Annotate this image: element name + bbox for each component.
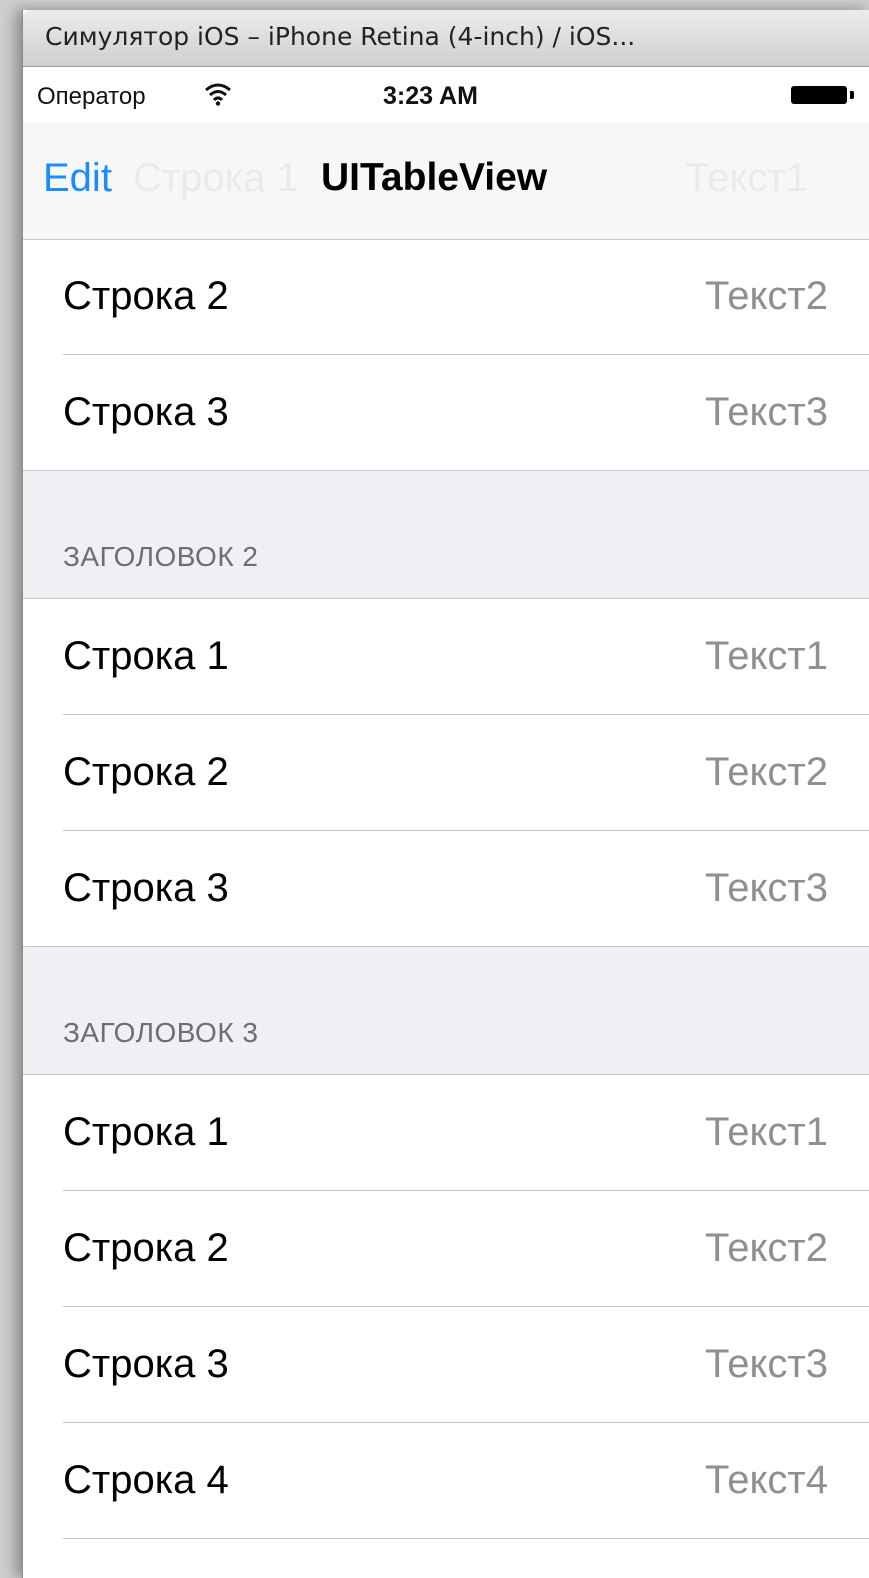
row-detail: Текст1 [705, 1110, 828, 1154]
row-title: Строка 4 [63, 1458, 229, 1502]
row-detail: Текст1 [705, 634, 828, 678]
table-row[interactable]: Строка 4 Текст4 [23, 1423, 869, 1539]
section-header: ЗАГОЛОВОК 3 [23, 947, 869, 1075]
row-separator [63, 1538, 869, 1539]
section-header: ЗАГОЛОВОК 2 [23, 471, 869, 599]
row-detail: Текст2 [705, 274, 828, 318]
row-detail: Текст3 [705, 866, 828, 910]
row-title: Строка 2 [63, 750, 229, 794]
table-row[interactable]: Строка 2 Текст2 [23, 239, 869, 355]
ghost-row-detail: Текст1 [685, 156, 808, 200]
row-title: Строка 1 [63, 634, 229, 678]
table-row[interactable]: Строка 3 Текст3 [23, 355, 869, 471]
table-row[interactable]: Строка 1 Текст1 [23, 1075, 869, 1191]
row-title: Строка 2 [63, 274, 229, 318]
iphone-screen: Строка 2 Текст2 Строка 3 Текст3 ЗАГОЛОВО… [23, 67, 869, 1578]
section-header-title: ЗАГОЛОВОК 3 [63, 1017, 259, 1048]
table-row[interactable]: Строка 3 Текст3 [23, 831, 869, 947]
window-titlebar[interactable]: Симулятор iOS – iPhone Retina (4-inch) /… [23, 10, 869, 67]
wifi-icon [204, 82, 232, 111]
row-title: Строка 3 [63, 866, 229, 910]
nav-title: UITableView [321, 156, 548, 199]
edit-button[interactable]: Edit [43, 156, 112, 201]
table-row[interactable]: Строка 1 Текст1 [23, 599, 869, 715]
table-row[interactable]: Строка 2 Текст2 [23, 1191, 869, 1307]
ghost-row-title: Строка 1 [133, 156, 299, 200]
row-title: Строка 3 [63, 1342, 229, 1386]
table-row[interactable]: Строка 2 Текст2 [23, 715, 869, 831]
window-title: Симулятор iOS – iPhone Retina (4-inch) /… [45, 22, 636, 51]
row-detail: Текст2 [705, 750, 828, 794]
carrier-label: Оператор [37, 83, 146, 110]
row-detail: Текст2 [705, 1226, 828, 1270]
row-title: Строка 3 [63, 390, 229, 434]
simulator-window: Симулятор iOS – iPhone Retina (4-inch) /… [22, 10, 869, 1578]
table-view[interactable]: Строка 2 Текст2 Строка 3 Текст3 ЗАГОЛОВО… [23, 239, 869, 1539]
battery-icon [791, 86, 847, 104]
table-row[interactable]: Строка 3 Текст3 [23, 1307, 869, 1423]
row-detail: Текст3 [705, 390, 828, 434]
row-detail: Текст4 [705, 1458, 828, 1502]
row-title: Строка 2 [63, 1226, 229, 1270]
section-header-title: ЗАГОЛОВОК 2 [63, 541, 259, 572]
row-detail: Текст3 [705, 1342, 828, 1386]
battery-tip [850, 91, 854, 99]
row-title: Строка 1 [63, 1110, 229, 1154]
navigation-bar: Строка 1 Текст1 Edit UITableView [23, 123, 869, 240]
status-bar: Оператор 3:23 AM [23, 67, 869, 123]
status-time: 3:23 AM [383, 82, 478, 110]
